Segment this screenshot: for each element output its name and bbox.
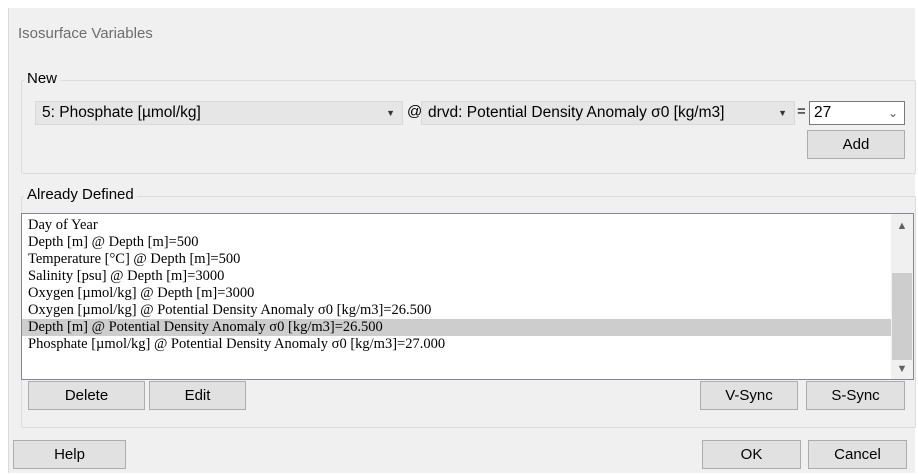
add-button[interactable]: Add	[807, 130, 905, 159]
list-item[interactable]: Salinity [psu] @ Depth [m]=3000	[22, 268, 891, 285]
new-group-label: New	[24, 70, 61, 87]
chevron-down-icon[interactable]: ⌄	[888, 102, 898, 124]
surface-dropdown[interactable]: drvd: Potential Density Anomaly σ0 [kg/m…	[421, 101, 795, 125]
new-group	[21, 80, 916, 174]
variable-dropdown-value: 5: Phosphate [µmol/kg]	[42, 104, 201, 121]
scroll-up-arrow-icon[interactable]: ▲	[891, 216, 913, 236]
equals-symbol: =	[797, 103, 806, 120]
isosurface-variables-dialog: Isosurface Variables New 5: Phosphate [µ…	[8, 8, 916, 473]
list-item[interactable]: Oxygen [µmol/kg] @ Potential Density Ano…	[22, 302, 891, 319]
list-item[interactable]: Depth [m] @ Depth [m]=500	[22, 234, 891, 251]
cancel-button[interactable]: Cancel	[808, 440, 907, 469]
list-item[interactable]: Temperature [°C] @ Depth [m]=500	[22, 251, 891, 268]
at-symbol: @	[407, 103, 423, 120]
value-combobox-text: 27	[814, 104, 832, 121]
scrollbar-thumb[interactable]	[892, 273, 912, 360]
defined-list[interactable]: Day of Year Depth [m] @ Depth [m]=500 Te…	[21, 213, 914, 380]
delete-button[interactable]: Delete	[28, 381, 145, 410]
defined-group-label: Already Defined	[24, 186, 137, 203]
list-item[interactable]: Oxygen [µmol/kg] @ Depth [m]=3000	[22, 285, 891, 302]
list-item-selected[interactable]: Depth [m] @ Potential Density Anomaly σ0…	[22, 319, 891, 336]
caret-down-icon: ▼	[778, 108, 787, 118]
v-sync-button[interactable]: V-Sync	[700, 381, 798, 410]
help-button[interactable]: Help	[13, 440, 126, 469]
surface-dropdown-value: drvd: Potential Density Anomaly σ0 [kg/m…	[428, 104, 725, 121]
value-combobox[interactable]: 27 ⌄	[809, 101, 905, 125]
window-title: Isosurface Variables	[18, 25, 153, 42]
vertical-scrollbar[interactable]: ▲ ▼	[891, 214, 913, 379]
variable-dropdown[interactable]: 5: Phosphate [µmol/kg] ▼	[35, 101, 403, 125]
s-sync-button[interactable]: S-Sync	[806, 381, 905, 410]
edit-button[interactable]: Edit	[149, 381, 246, 410]
ok-button[interactable]: OK	[702, 440, 801, 469]
list-item[interactable]: Phosphate [µmol/kg] @ Potential Density …	[22, 336, 891, 353]
scroll-down-arrow-icon[interactable]: ▼	[891, 359, 913, 379]
list-item[interactable]: Day of Year	[22, 217, 891, 234]
caret-down-icon: ▼	[386, 108, 395, 118]
